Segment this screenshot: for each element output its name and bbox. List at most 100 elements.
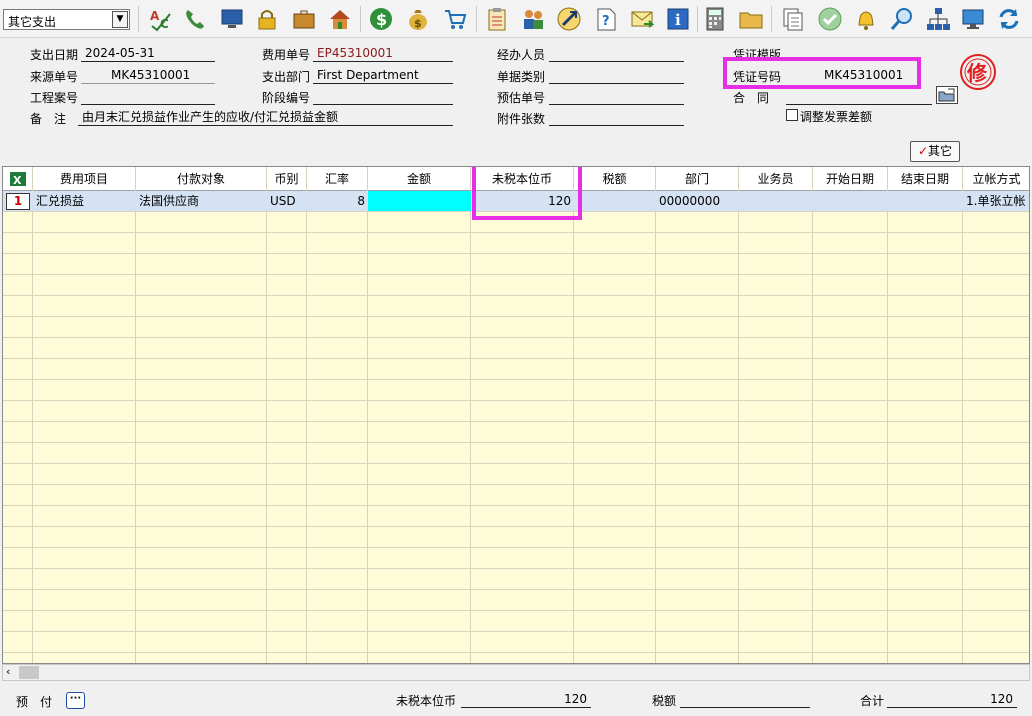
contract-lookup-button[interactable]	[936, 86, 958, 104]
column-header-exchange-rate[interactable]: 汇率	[307, 167, 368, 191]
cart-icon[interactable]	[440, 4, 470, 34]
scrollbar-thumb[interactable]	[19, 666, 39, 679]
handler-field[interactable]	[549, 45, 684, 62]
table-row[interactable]	[3, 569, 1029, 590]
dept-field[interactable]: First Department	[313, 67, 453, 84]
table-row[interactable]	[3, 548, 1029, 569]
attach-field[interactable]	[549, 109, 684, 126]
refresh-icon[interactable]	[994, 4, 1024, 34]
table-row[interactable]	[3, 632, 1029, 653]
table-row[interactable]	[3, 464, 1029, 485]
estimate-no-field[interactable]	[549, 88, 684, 105]
chevron-down-icon[interactable]: ▼	[112, 11, 128, 28]
column-header-currency[interactable]: 币别	[267, 167, 307, 191]
screen-icon[interactable]	[958, 4, 988, 34]
prepaid-more-button[interactable]: ···	[66, 692, 85, 709]
check-circle-icon[interactable]	[815, 4, 845, 34]
table-row[interactable]	[3, 611, 1029, 632]
other-button[interactable]: ✓其它	[910, 141, 960, 162]
remark-field[interactable]: 由月末汇兑损益作业产生的应收/付汇兑损益金额	[78, 109, 453, 126]
mail-icon[interactable]	[627, 4, 657, 34]
voucher-no-highlight	[723, 57, 921, 89]
table-row[interactable]	[3, 506, 1029, 527]
cell-payee[interactable]: 法国供应商	[136, 191, 267, 211]
column-header-start-date[interactable]: 开始日期	[813, 167, 888, 191]
adjust-invoice-checkbox[interactable]	[786, 109, 798, 121]
table-row[interactable]	[3, 653, 1029, 663]
svg-text:$: $	[414, 17, 422, 30]
table-row[interactable]	[3, 254, 1029, 275]
column-header-amount[interactable]: 金额	[368, 167, 471, 191]
cell-start-date[interactable]	[813, 191, 888, 211]
cell-currency[interactable]: USD	[267, 191, 307, 211]
project-no-field[interactable]	[81, 88, 215, 105]
cell-department[interactable]: 00000000	[656, 191, 739, 211]
table-row[interactable]	[3, 296, 1029, 317]
horizontal-scrollbar[interactable]: ‹	[2, 664, 1030, 681]
source-no-field[interactable]: MK45310001	[81, 67, 215, 84]
svg-text:X: X	[13, 174, 22, 187]
help-doc-icon[interactable]: ?	[591, 4, 621, 34]
table-row[interactable]	[3, 527, 1029, 548]
lock-icon[interactable]	[252, 4, 282, 34]
table-row[interactable]	[3, 359, 1029, 380]
table-row[interactable]	[3, 233, 1029, 254]
column-header-tax[interactable]: 税额	[574, 167, 656, 191]
table-row[interactable]	[3, 401, 1029, 422]
clipboard-icon[interactable]	[482, 4, 512, 34]
module-select[interactable]: 其它支出 ▼	[3, 9, 130, 30]
expense-date-field[interactable]: 2024-05-31	[81, 45, 215, 62]
phone-icon[interactable]	[180, 4, 210, 34]
info-icon[interactable]: i	[663, 4, 693, 34]
cell-exchange-rate[interactable]: 8	[307, 191, 368, 211]
stage-no-field[interactable]	[313, 88, 453, 105]
money-bag-icon[interactable]: $	[403, 4, 433, 34]
table-row[interactable]	[3, 590, 1029, 611]
fee-no-field[interactable]: EP45310001	[313, 45, 453, 62]
cell-expense-item[interactable]: 汇兑损益	[33, 191, 136, 211]
excel-export-icon[interactable]: X	[3, 167, 33, 191]
toolbar-separator	[138, 6, 139, 32]
cell-salesperson[interactable]	[739, 191, 813, 211]
users-icon[interactable]	[518, 4, 548, 34]
row-number[interactable]: 1	[6, 193, 30, 210]
folder-icon[interactable]	[736, 4, 766, 34]
column-header-expense-item[interactable]: 费用项目	[33, 167, 136, 191]
table-row[interactable]	[3, 317, 1029, 338]
column-header-payee[interactable]: 付款对象	[136, 167, 267, 191]
dollar-icon[interactable]: $	[366, 4, 396, 34]
cell-tax[interactable]	[574, 191, 656, 211]
svg-text:A: A	[150, 9, 160, 23]
column-header-end-date[interactable]: 结束日期	[888, 167, 963, 191]
link-icon[interactable]	[554, 4, 584, 34]
footer-total-label: 合计	[860, 694, 885, 708]
copy-doc-icon[interactable]	[778, 4, 808, 34]
cell-end-date[interactable]	[888, 191, 963, 211]
search-icon[interactable]	[887, 4, 917, 34]
bell-icon[interactable]	[851, 4, 881, 34]
table-row[interactable]	[3, 380, 1029, 401]
doc-type-field[interactable]	[549, 67, 684, 84]
table-row[interactable]	[3, 443, 1029, 464]
org-chart-icon[interactable]	[923, 4, 953, 34]
svg-text:?: ?	[602, 14, 610, 29]
calculator-icon[interactable]	[700, 4, 730, 34]
svg-text:$: $	[376, 10, 387, 29]
column-header-salesperson[interactable]: 业务员	[739, 167, 813, 191]
spell-check-icon[interactable]: AC	[146, 4, 176, 34]
monitor-icon[interactable]	[217, 4, 247, 34]
contract-field[interactable]	[786, 88, 932, 105]
table-row[interactable]	[3, 485, 1029, 506]
table-row[interactable]	[3, 338, 1029, 359]
cell-posting-method[interactable]: 1.单张立帐	[963, 191, 1029, 211]
cell-amount[interactable]	[368, 191, 471, 211]
estimate-no-label: 预估单号	[497, 91, 546, 105]
column-header-department[interactable]: 部门	[656, 167, 739, 191]
table-row[interactable]	[3, 275, 1029, 296]
scroll-left-icon[interactable]: ‹	[6, 665, 10, 678]
column-header-posting-method[interactable]: 立帐方式	[963, 167, 1029, 191]
modified-stamp: 修	[958, 52, 998, 92]
table-row[interactable]	[3, 422, 1029, 443]
home-icon[interactable]	[325, 4, 355, 34]
briefcase-icon[interactable]	[289, 4, 319, 34]
